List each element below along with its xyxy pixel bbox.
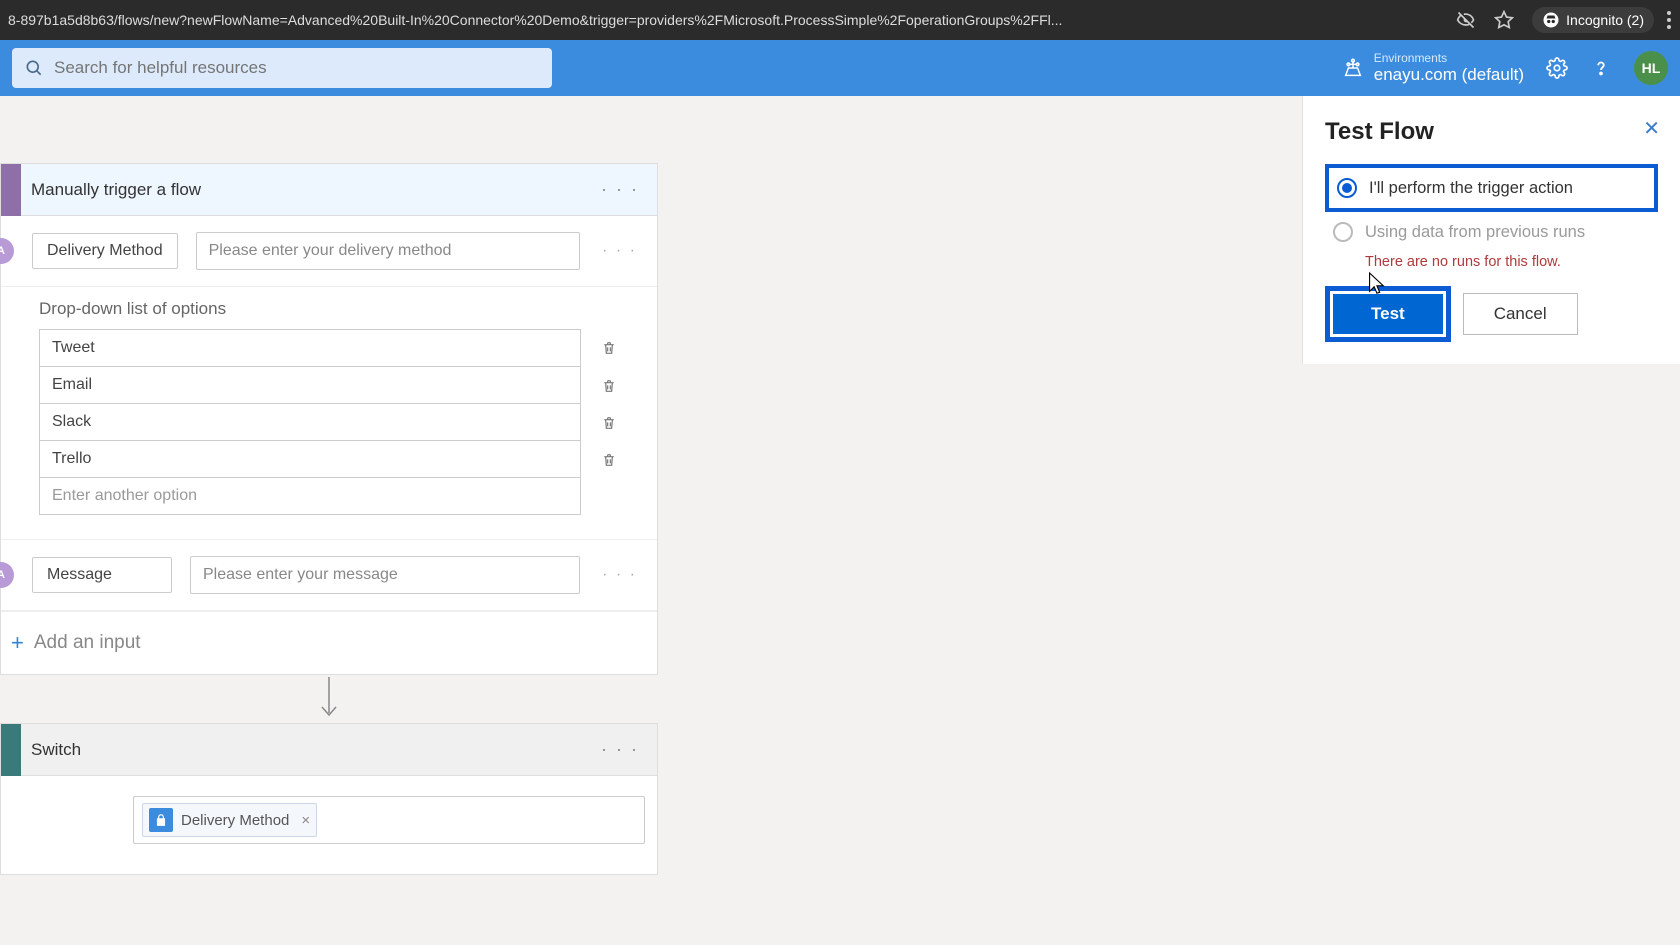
dropdown-option-input[interactable]: Slack bbox=[39, 404, 581, 441]
dropdown-options-section: Drop-down list of options Tweet Email Sl… bbox=[1, 287, 657, 540]
address-bar-url[interactable]: 8-897b1a5d8b63/flows/new?newFlowName=Adv… bbox=[8, 12, 1438, 28]
dropdown-option-input[interactable]: Tweet bbox=[39, 329, 581, 367]
add-input-label: Add an input bbox=[34, 632, 141, 654]
trigger-connector-icon bbox=[1, 164, 21, 216]
token-connector-icon bbox=[149, 808, 173, 832]
environment-picker[interactable]: Environments enayu.com (default) bbox=[1342, 51, 1524, 86]
dropdown-option-input[interactable]: Email bbox=[39, 367, 581, 404]
dropdown-option-input[interactable]: Trello bbox=[39, 441, 581, 478]
switch-card-title: Switch bbox=[31, 740, 595, 760]
radio-icon bbox=[1337, 178, 1357, 198]
radio-label: I'll perform the trigger action bbox=[1369, 179, 1573, 198]
switch-card: Switch · · · Delivery Method × bbox=[0, 723, 658, 875]
radio-icon bbox=[1333, 222, 1353, 242]
incognito-badge[interactable]: Incognito (2) bbox=[1532, 7, 1654, 33]
param-input-delivery-method[interactable]: Please enter your delivery method bbox=[196, 232, 581, 270]
star-icon[interactable] bbox=[1494, 10, 1514, 30]
switch-card-more-button[interactable]: · · · bbox=[595, 733, 645, 766]
eye-off-icon[interactable] bbox=[1456, 10, 1476, 30]
delete-option-icon[interactable] bbox=[599, 451, 619, 469]
param-row-message: A Message Please enter your message · · … bbox=[1, 540, 657, 611]
search-icon bbox=[24, 58, 44, 78]
flow-arrow-icon bbox=[0, 675, 658, 723]
search-box[interactable] bbox=[12, 48, 552, 88]
dropdown-new-option-input[interactable]: Enter another option bbox=[39, 478, 581, 515]
trigger-card: Manually trigger a flow · · · A Delivery… bbox=[0, 163, 658, 675]
close-panel-button[interactable]: ✕ bbox=[1643, 116, 1660, 141]
dropdown-section-label: Drop-down list of options bbox=[39, 299, 619, 319]
env-name: enayu.com (default) bbox=[1374, 65, 1524, 85]
dynamic-content-token[interactable]: Delivery Method × bbox=[142, 803, 317, 837]
test-button-highlight: Test bbox=[1325, 286, 1451, 342]
flow-canvas[interactable]: Manually trigger a flow · · · A Delivery… bbox=[0, 96, 1302, 875]
radio-perform-trigger[interactable]: I'll perform the trigger action bbox=[1325, 164, 1658, 212]
param-input-message[interactable]: Please enter your message bbox=[190, 556, 580, 594]
user-avatar[interactable]: HL bbox=[1634, 51, 1668, 85]
param-type-badge: A bbox=[0, 562, 14, 588]
trigger-card-more-button[interactable]: · · · bbox=[595, 173, 645, 206]
delete-option-icon[interactable] bbox=[599, 339, 619, 357]
switch-connector-icon bbox=[1, 724, 21, 776]
env-label: Environments bbox=[1374, 51, 1524, 65]
param-more-button[interactable]: · · · bbox=[598, 562, 641, 588]
switch-on-input[interactable]: Delivery Method × bbox=[133, 796, 645, 844]
cancel-button[interactable]: Cancel bbox=[1463, 293, 1578, 335]
param-name-message[interactable]: Message bbox=[32, 557, 172, 593]
param-name-delivery-method[interactable]: Delivery Method bbox=[32, 233, 178, 269]
browser-chrome: 8-897b1a5d8b63/flows/new?newFlowName=Adv… bbox=[0, 0, 1680, 40]
browser-menu-icon[interactable] bbox=[1666, 10, 1672, 30]
trigger-card-title: Manually trigger a flow bbox=[31, 180, 595, 200]
test-flow-panel: Test Flow ✕ I'll perform the trigger act… bbox=[1302, 96, 1680, 364]
radio-previous-runs: Using data from previous runs bbox=[1325, 212, 1658, 252]
token-label: Delivery Method bbox=[181, 812, 289, 829]
settings-icon[interactable] bbox=[1546, 57, 1568, 79]
token-remove-icon[interactable]: × bbox=[301, 812, 310, 829]
radio-label: Using data from previous runs bbox=[1365, 223, 1585, 242]
delete-option-icon[interactable] bbox=[599, 377, 619, 395]
add-input-button[interactable]: + Add an input bbox=[1, 611, 657, 674]
trigger-card-header[interactable]: Manually trigger a flow · · · bbox=[1, 164, 657, 216]
param-more-button[interactable]: · · · bbox=[598, 238, 641, 264]
no-runs-message: There are no runs for this flow. bbox=[1365, 254, 1658, 270]
param-type-badge: A bbox=[0, 238, 14, 264]
test-button[interactable]: Test bbox=[1333, 294, 1443, 334]
app-header: Environments enayu.com (default) HL bbox=[0, 40, 1680, 96]
plus-icon: + bbox=[11, 630, 24, 656]
switch-card-header[interactable]: Switch · · · bbox=[1, 724, 657, 776]
help-icon[interactable] bbox=[1590, 57, 1612, 79]
environment-icon bbox=[1342, 57, 1364, 79]
delete-option-icon[interactable] bbox=[599, 414, 619, 432]
search-input[interactable] bbox=[54, 58, 540, 78]
panel-title: Test Flow bbox=[1325, 118, 1658, 146]
param-row-delivery-method: A Delivery Method Please enter your deli… bbox=[1, 216, 657, 287]
incognito-label: Incognito (2) bbox=[1566, 12, 1644, 28]
